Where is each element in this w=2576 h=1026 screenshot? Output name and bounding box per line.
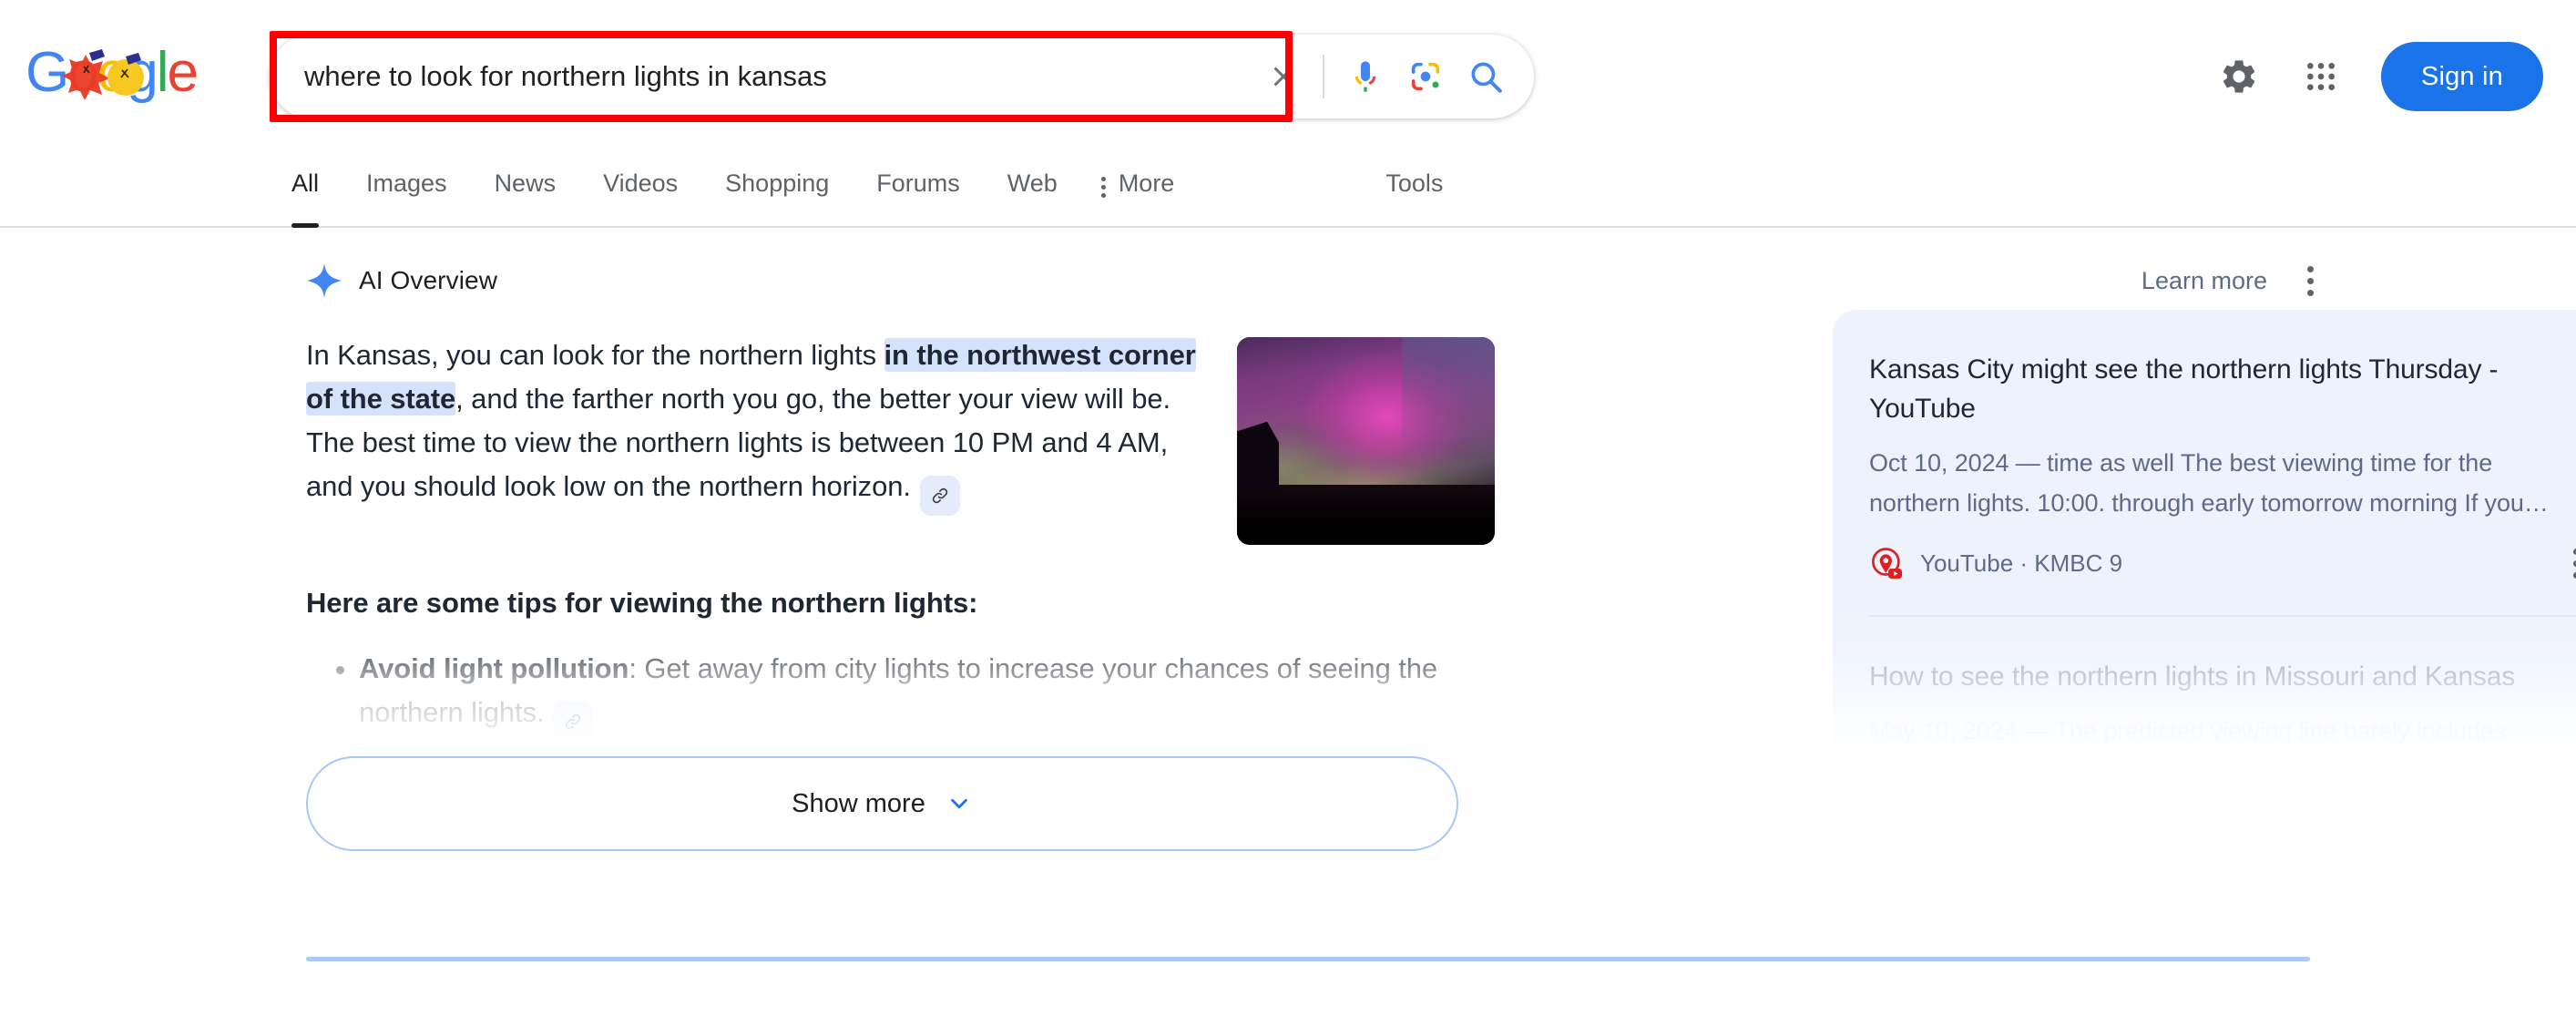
microphone-icon xyxy=(1354,61,1376,92)
list-item: Avoid light pollution: Get away from cit… xyxy=(359,647,1527,742)
search-bar xyxy=(270,35,1534,118)
google-lens-button[interactable] xyxy=(1395,46,1456,107)
search-divider xyxy=(1323,55,1324,98)
ai-overview-actions: Learn more xyxy=(2142,261,2319,302)
ai-overview-body: In Kansas, you can look for the northern… xyxy=(288,333,1563,816)
ai-overview-intro-row: In Kansas, you can look for the northern… xyxy=(306,333,1527,545)
tab-forums[interactable]: Forums xyxy=(853,157,984,226)
google-apps-button[interactable] xyxy=(2285,40,2357,113)
google-logo-text: Google xyxy=(26,41,199,104)
tools-button[interactable]: Tools xyxy=(1367,157,1461,198)
chevron-down-icon xyxy=(950,798,967,809)
tips-heading: Here are some tips for viewing the north… xyxy=(306,587,978,619)
tab-shopping[interactable]: Shopping xyxy=(701,157,853,226)
tab-more[interactable]: More xyxy=(1081,157,1199,198)
nav-tabs: All Images News Videos Shopping Forums W… xyxy=(286,157,2576,228)
ai-overview-paragraph: In Kansas, you can look for the northern… xyxy=(306,333,1208,516)
link-citation-icon xyxy=(566,713,581,730)
link-citation-icon xyxy=(932,487,948,504)
aurora-ground xyxy=(1237,484,1495,545)
main-content: AI Overview Learn more In Kansas, you ca… xyxy=(0,228,2576,851)
ai-overview-block: AI Overview Learn more In Kansas, you ca… xyxy=(288,259,2314,851)
header-controls: Sign in xyxy=(2203,33,2543,120)
source-card[interactable]: How to see the northern lights in Missou… xyxy=(1869,617,2576,767)
card-snippet: May 10, 2024 — The predicted viewing lin… xyxy=(1869,717,2507,767)
card-snippet: Oct 10, 2024 — time as well The best vie… xyxy=(1869,449,2549,517)
card-title[interactable]: How to see the northern lights in Missou… xyxy=(1869,657,2576,696)
gear-icon xyxy=(2223,60,2255,93)
show-more-label: Show more xyxy=(792,788,925,818)
clear-search-button[interactable] xyxy=(1255,48,1312,105)
tab-all[interactable]: All xyxy=(286,157,342,228)
youtube-kmbc-favicon xyxy=(1872,547,1902,579)
ai-overview-menu-button[interactable] xyxy=(2302,261,2319,302)
google-lens-camera-icon xyxy=(1411,62,1440,91)
source-cards-panel: Kansas City might see the northern light… xyxy=(1833,310,2576,767)
tab-web[interactable]: Web xyxy=(984,157,1081,226)
page-header: Google where to look for northern lights… xyxy=(0,0,2576,157)
card-title[interactable]: Kansas City might see the northern light… xyxy=(1869,350,2576,428)
search-icon xyxy=(1471,62,1502,93)
show-more-wrapper: Show more xyxy=(306,756,1458,851)
citation-chip[interactable] xyxy=(553,702,594,742)
bottom-divider xyxy=(306,957,2310,961)
results-row: AI Overview Learn more In Kansas, you ca… xyxy=(288,259,2576,851)
ai-overview-header: AI Overview Learn more xyxy=(306,259,2314,303)
citation-chip[interactable] xyxy=(919,476,960,516)
learn-more-link[interactable]: Learn more xyxy=(2142,267,2267,295)
card-source-label: YouTube · KMBC 9 xyxy=(1920,549,2123,577)
google-logo[interactable]: Google xyxy=(26,44,199,102)
tab-more-label: More xyxy=(1118,169,1175,197)
sign-in-button[interactable]: Sign in xyxy=(2380,42,2543,111)
settings-button[interactable] xyxy=(2203,40,2275,113)
tab-videos[interactable]: Videos xyxy=(579,157,701,226)
voice-search-button[interactable] xyxy=(1335,46,1395,107)
search-pill xyxy=(270,35,1534,118)
card-source: YouTube · KMBC 9 xyxy=(1869,546,2122,582)
show-more-button[interactable]: Show more xyxy=(306,756,1458,851)
paragraph-part-1: In Kansas, you can look for the northern… xyxy=(306,339,884,371)
search-input[interactable] xyxy=(270,49,1255,104)
close-icon xyxy=(1273,67,1293,87)
tip-1-bold: Avoid light pollution xyxy=(359,652,629,684)
aurora-thumbnail[interactable] xyxy=(1237,337,1495,545)
kebab-menu-icon xyxy=(1100,169,1106,198)
tab-news[interactable]: News xyxy=(471,157,580,226)
search-submit-button[interactable] xyxy=(1456,46,1516,107)
tab-images[interactable]: Images xyxy=(342,157,471,226)
source-card[interactable]: Kansas City might see the northern light… xyxy=(1869,310,2576,615)
ai-overview-title: AI Overview xyxy=(359,266,498,294)
aurora-sky-right xyxy=(1402,337,1495,491)
aurora-building-silhouette xyxy=(1237,421,1279,491)
card-meta: YouTube · KMBC 9 xyxy=(1869,543,2576,615)
apps-grid-icon xyxy=(2306,63,2335,90)
search-nav-bar: All Images News Videos Shopping Forums W… xyxy=(0,157,2576,228)
card-menu-button[interactable] xyxy=(2568,543,2576,584)
ai-sparkle-icon xyxy=(306,262,342,299)
